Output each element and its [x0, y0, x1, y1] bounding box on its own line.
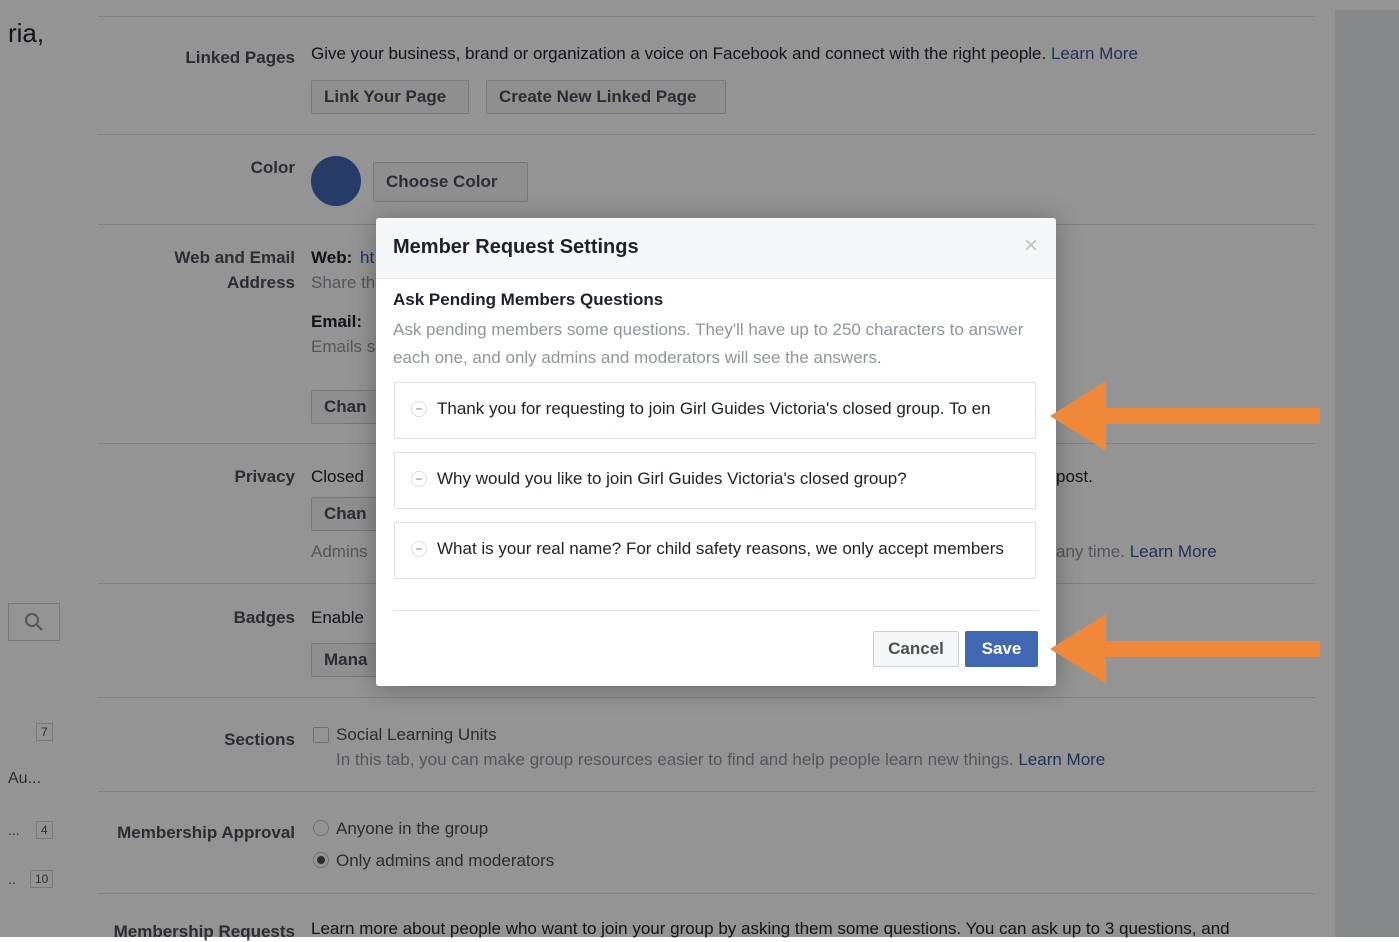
- question-text[interactable]: Thank you for requesting to join Girl Gu…: [437, 399, 1031, 419]
- remove-question-icon[interactable]: [411, 471, 427, 487]
- annotation-arrow-question-icon: [1050, 381, 1320, 451]
- question-item[interactable]: Why would you like to join Girl Guides V…: [394, 452, 1036, 509]
- section-description: Ask pending members some questions. They…: [393, 320, 1024, 367]
- dialog-title: Member Request Settings: [393, 236, 639, 258]
- dialog-header: Member Request Settings ×: [376, 218, 1056, 279]
- question-item[interactable]: What is your real name? For child safety…: [394, 522, 1036, 579]
- save-button[interactable]: Save: [965, 631, 1038, 667]
- close-icon[interactable]: ×: [1024, 234, 1038, 258]
- question-text[interactable]: What is your real name? For child safety…: [437, 539, 1031, 559]
- question-item[interactable]: Thank you for requesting to join Girl Gu…: [394, 382, 1036, 439]
- remove-question-icon[interactable]: [411, 541, 427, 557]
- remove-question-icon[interactable]: [411, 401, 427, 417]
- dialog-footer-divider: [394, 610, 1038, 611]
- member-request-settings-dialog: Member Request Settings × Ask Pending Me…: [376, 218, 1056, 686]
- question-text[interactable]: Why would you like to join Girl Guides V…: [437, 469, 1031, 489]
- section-title: Ask Pending Members Questions: [393, 290, 664, 309]
- annotation-arrow-save-icon: [1050, 614, 1320, 684]
- cancel-button[interactable]: Cancel: [873, 631, 959, 667]
